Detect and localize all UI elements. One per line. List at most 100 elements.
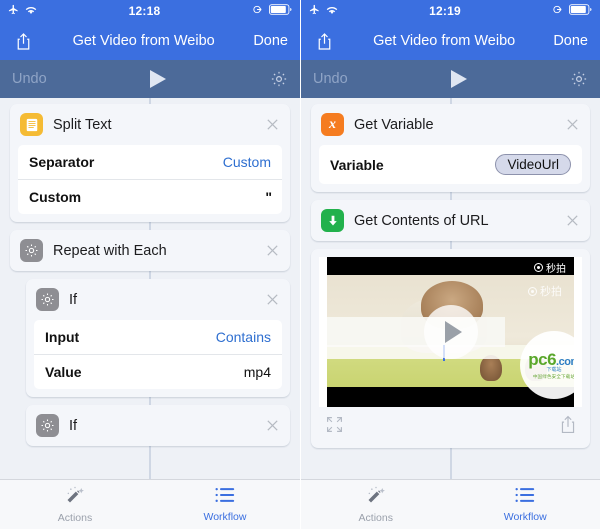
- video-preview-card[interactable]: 秒拍 秒拍 pc6.com 下载站 中国绿色安全下载站: [301, 249, 600, 448]
- tab-label: Actions: [57, 512, 93, 524]
- run-play-button[interactable]: [348, 69, 570, 89]
- tab-label: Workflow: [503, 511, 547, 523]
- variable-x-icon: x: [321, 113, 344, 136]
- done-button[interactable]: Done: [553, 33, 588, 49]
- magic-wand-icon: [366, 485, 386, 510]
- param-label: Value: [45, 364, 82, 380]
- tab-bar: Actions Workflow: [301, 479, 600, 529]
- param-label: Custom: [29, 189, 82, 205]
- wifi-icon: [25, 2, 37, 20]
- download-arrow-icon: [321, 209, 344, 232]
- navigation-bar: Get Video from Weibo Done: [0, 22, 300, 60]
- param-label: Separator: [29, 154, 95, 170]
- fullscreen-icon[interactable]: [325, 415, 344, 439]
- param-label: Variable: [330, 156, 384, 173]
- play-icon[interactable]: [423, 305, 478, 359]
- close-icon[interactable]: [565, 117, 580, 132]
- share-icon[interactable]: [560, 415, 576, 439]
- close-icon[interactable]: [265, 418, 280, 433]
- param-row[interactable]: Value mp4: [34, 354, 282, 389]
- watermark-subtitle: 中国绿色安全下载站: [532, 373, 576, 379]
- param-row[interactable]: Variable VideoUrl: [319, 145, 582, 184]
- tab-label: Workflow: [203, 511, 247, 523]
- rotation-lock-icon: [552, 2, 563, 20]
- watermark-main: pc6.com: [528, 349, 580, 369]
- gear-icon[interactable]: [570, 70, 588, 88]
- tab-actions[interactable]: Actions: [0, 480, 150, 529]
- close-icon[interactable]: [265, 243, 280, 258]
- page-title: Get Video from Weibo: [373, 33, 516, 49]
- magic-wand-icon: [65, 485, 85, 510]
- document-lines-icon: [20, 113, 43, 136]
- param-value[interactable]: mp4: [244, 364, 271, 380]
- param-value[interactable]: Contains: [216, 329, 271, 345]
- list-icon: [515, 486, 535, 509]
- status-bar-left: [8, 2, 37, 20]
- close-icon[interactable]: [265, 292, 280, 307]
- action-title: Split Text: [53, 116, 112, 133]
- airplane-icon: [309, 2, 320, 20]
- list-icon: [215, 486, 235, 509]
- done-button[interactable]: Done: [253, 33, 288, 49]
- phone-screen-left: 12:18 Get Video from Weibo Done Undo Spl…: [0, 0, 300, 529]
- video-thumbnail[interactable]: 秒拍 秒拍 pc6.com 下载站 中国绿色安全下载站: [319, 257, 582, 407]
- action-parameters: Separator Custom Custom ": [18, 145, 282, 214]
- workflow-action-split-text[interactable]: Split Text Separator Custom Custom ": [0, 104, 300, 222]
- status-bar-right: [252, 2, 292, 20]
- dual-screenshot: 12:18 Get Video from Weibo Done Undo Spl…: [0, 0, 600, 529]
- status-bar: 12:18: [0, 0, 300, 22]
- variable-token[interactable]: VideoUrl: [495, 154, 571, 175]
- tab-workflow[interactable]: Workflow: [451, 480, 600, 529]
- gear-icon: [36, 414, 59, 437]
- status-bar-time: 12:18: [128, 4, 161, 18]
- phone-screen-right: 12:19 Get Video from Weibo Done Undo x G…: [300, 0, 600, 529]
- workflow-toolbar: Undo: [0, 60, 300, 98]
- tab-bar: Actions Workflow: [0, 479, 300, 529]
- action-parameters: Variable VideoUrl: [319, 145, 582, 184]
- run-play-button[interactable]: [47, 69, 270, 89]
- action-title: If: [69, 291, 78, 308]
- close-icon[interactable]: [565, 213, 580, 228]
- param-row[interactable]: Separator Custom: [18, 145, 282, 179]
- battery-icon: [269, 2, 292, 20]
- tab-workflow[interactable]: Workflow: [150, 480, 300, 529]
- video-controls-bar: [319, 407, 582, 448]
- tab-actions[interactable]: Actions: [301, 480, 451, 529]
- workflow-action-get-contents-of-url[interactable]: Get Contents of URL: [301, 200, 600, 241]
- param-value[interactable]: ": [265, 189, 272, 205]
- param-row[interactable]: Custom ": [18, 179, 282, 214]
- pc6-watermark: pc6.com 下载站 中国绿色安全下载站: [520, 331, 580, 399]
- workflow-action-repeat-with-each[interactable]: Repeat with Each: [0, 230, 300, 271]
- workflow-list[interactable]: Split Text Separator Custom Custom " Rep…: [0, 98, 300, 479]
- undo-button[interactable]: Undo: [12, 71, 47, 87]
- workflow-action-if-2[interactable]: If: [0, 405, 300, 446]
- airplane-icon: [8, 2, 19, 20]
- video-overlay-badge-top: 秒拍: [534, 260, 566, 275]
- status-bar-left: [309, 2, 338, 20]
- status-bar: 12:19: [301, 0, 600, 22]
- battery-icon: [569, 2, 592, 20]
- param-row[interactable]: Input Contains: [34, 320, 282, 354]
- gear-icon[interactable]: [270, 70, 288, 88]
- gear-icon: [36, 288, 59, 311]
- share-icon[interactable]: [12, 32, 34, 51]
- navigation-bar: Get Video from Weibo Done: [301, 22, 600, 60]
- page-title: Get Video from Weibo: [72, 33, 215, 49]
- close-icon[interactable]: [265, 117, 280, 132]
- rotation-lock-icon: [252, 2, 263, 20]
- workflow-toolbar: Undo: [301, 60, 600, 98]
- status-bar-time: 12:19: [429, 4, 461, 18]
- record-ring-icon: [534, 263, 543, 272]
- video-overlay-badge-secondary: 秒拍: [528, 283, 562, 299]
- param-value[interactable]: Custom: [223, 154, 271, 170]
- watermark-tagline: 下载站: [546, 366, 562, 373]
- action-title: If: [69, 417, 78, 434]
- record-ring-icon: [528, 286, 537, 296]
- undo-button[interactable]: Undo: [313, 71, 348, 87]
- action-parameters: Input Contains Value mp4: [34, 320, 282, 389]
- share-icon[interactable]: [313, 32, 335, 51]
- workflow-action-get-variable[interactable]: x Get Variable Variable VideoUrl: [301, 104, 600, 192]
- action-title: Repeat with Each: [53, 242, 167, 259]
- workflow-action-if[interactable]: If Input Contains Value mp4: [0, 279, 300, 397]
- workflow-list[interactable]: x Get Variable Variable VideoUrl Get Con…: [301, 98, 600, 479]
